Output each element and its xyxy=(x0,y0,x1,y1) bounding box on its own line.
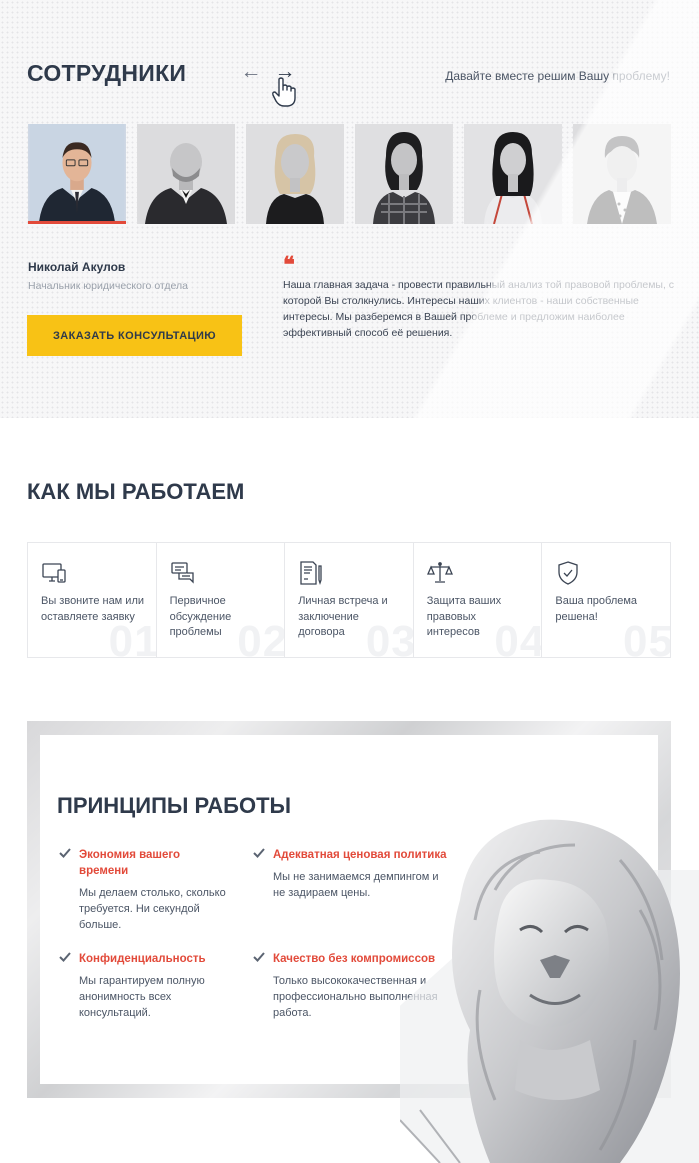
step-text: Вы звоните нам или оставляете заявку xyxy=(41,595,145,623)
team-photos-row xyxy=(28,124,671,224)
quote-mark-icon: ❝ xyxy=(283,252,295,278)
order-consultation-button[interactable]: ЗАКАЗАТЬ КОНСУЛЬТАЦИЮ xyxy=(27,315,242,356)
lion-statue-image xyxy=(400,790,699,1163)
team-tagline: Давайте вместе решим Вашу проблему! xyxy=(445,69,670,83)
work-step: Ваша проблема решена! 05 xyxy=(542,543,670,657)
computer-phone-icon xyxy=(42,563,66,583)
team-member-photo[interactable] xyxy=(355,124,453,224)
principle-item: Экономия вашего времени Мы делаем стольк… xyxy=(59,847,229,933)
work-steps: Вы звоните нам или оставляете заявку 01 … xyxy=(27,542,671,658)
scales-icon xyxy=(426,562,453,583)
work-step: Защита ваших правовых интересов 04 xyxy=(414,543,543,657)
chat-bubbles-icon xyxy=(170,562,194,584)
step-text: Личная встреча и заключение договора xyxy=(298,595,388,638)
shield-check-icon xyxy=(558,561,579,585)
team-member-photo[interactable] xyxy=(573,124,671,224)
checkmark-icon xyxy=(59,848,71,858)
person-photo-icon xyxy=(29,124,125,221)
principle-item: Конфиденциальность Мы гарантируем полную… xyxy=(59,951,239,1021)
person-photo-icon xyxy=(464,124,562,224)
principle-heading: Экономия вашего времени xyxy=(79,849,181,877)
member-quote: Наша главная задача - провести правильны… xyxy=(283,279,675,339)
team-member-photo[interactable] xyxy=(246,124,344,224)
step-text: Защита ваших правовых интересов xyxy=(426,595,502,638)
checkmark-icon xyxy=(253,848,265,858)
team-member-photo[interactable] xyxy=(28,124,126,224)
person-photo-icon xyxy=(355,124,453,224)
prev-arrow-icon[interactable]: ← xyxy=(238,61,264,84)
checkmark-icon xyxy=(59,952,71,962)
team-member-photo[interactable] xyxy=(464,124,562,224)
contract-pen-icon xyxy=(300,561,322,586)
lion-statue-icon xyxy=(400,819,699,1163)
team-title: СОТРУДНИКИ xyxy=(27,60,187,86)
hand-cursor-icon xyxy=(272,77,296,107)
person-photo-icon xyxy=(137,124,235,224)
work-step: Личная встреча и заключение договора 03 xyxy=(285,543,414,657)
principle-text: Мы делаем столько, сколько требуется. Ни… xyxy=(79,887,226,931)
work-step: Первичное обсуждение проблемы 02 xyxy=(157,543,286,657)
member-name: Николай Акулов xyxy=(28,260,126,274)
team-member-photo[interactable] xyxy=(137,124,235,224)
step-text: Ваша проблема решена! xyxy=(555,595,638,623)
team-section: СОТРУДНИКИ ← → Давайте вместе решим Вашу… xyxy=(0,0,699,418)
checkmark-icon xyxy=(253,952,265,962)
how-we-work-title: КАК МЫ РАБОТАЕМ xyxy=(27,479,245,504)
member-role: Начальник юридического отдела xyxy=(28,280,188,292)
person-photo-icon xyxy=(573,124,671,224)
principle-heading: Конфиденциальность xyxy=(79,953,206,965)
step-text: Первичное обсуждение проблемы xyxy=(169,595,232,638)
principle-text: Мы гарантируем полную анонимность всех к… xyxy=(79,975,205,1019)
person-photo-icon xyxy=(246,124,344,224)
work-step: Вы звоните нам или оставляете заявку 01 xyxy=(28,543,157,657)
principles-title: ПРИНЦИПЫ РАБОТЫ xyxy=(57,793,292,818)
